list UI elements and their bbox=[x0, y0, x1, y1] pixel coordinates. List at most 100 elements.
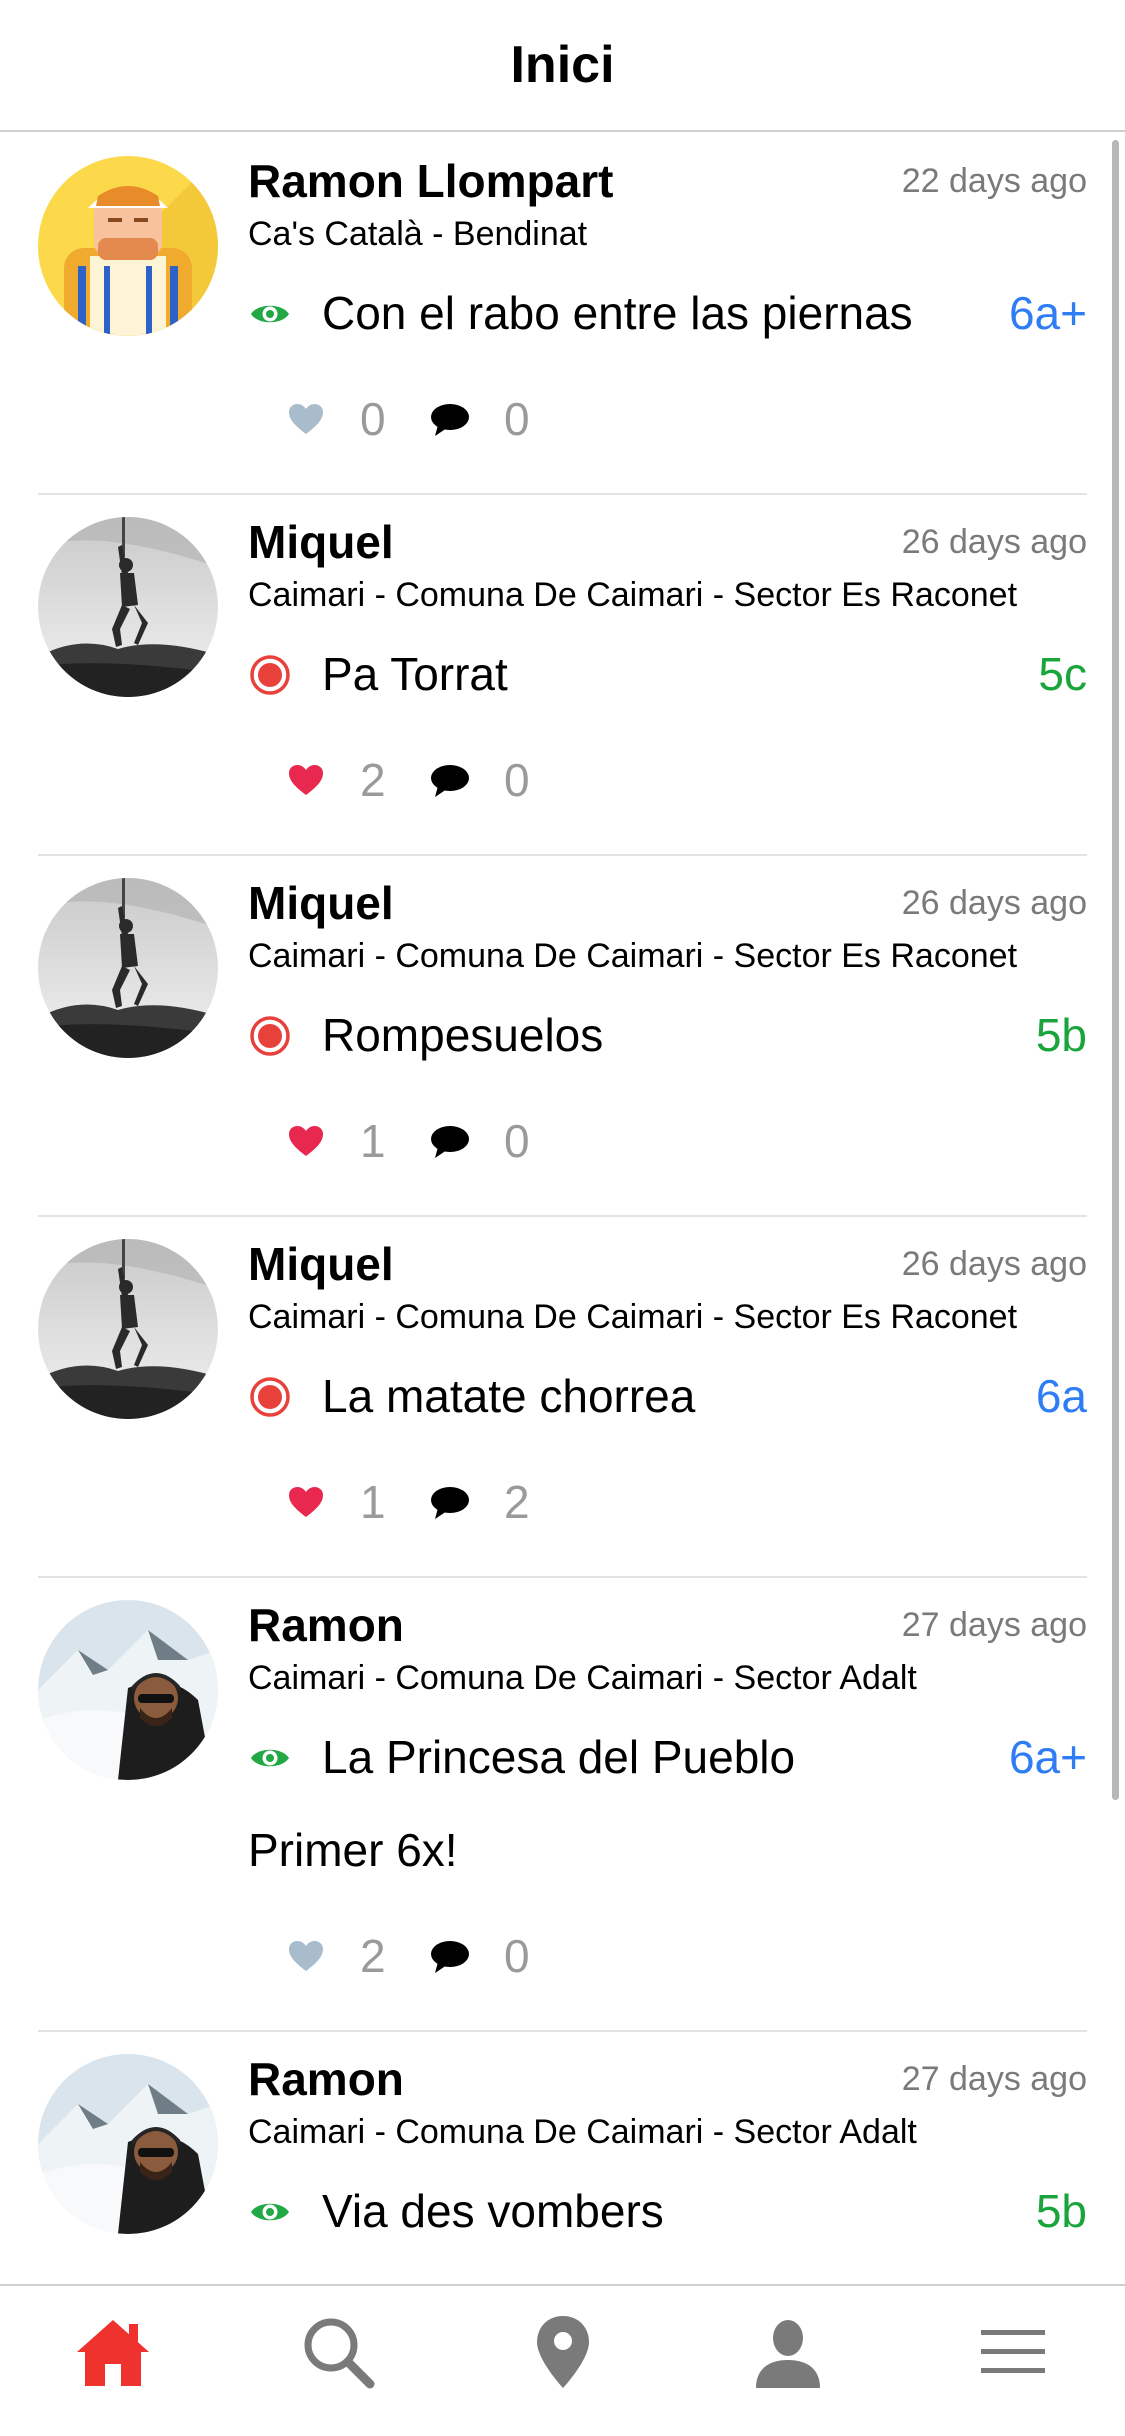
like-count: 2 bbox=[360, 1930, 386, 1982]
comment-bubble-icon[interactable] bbox=[430, 399, 470, 439]
crag-location[interactable]: Caimari - Comuna De Caimari - Sector Ada… bbox=[248, 1654, 1087, 1702]
route-name: La matate chorrea bbox=[322, 1370, 696, 1422]
avatar-illustrated-climber-avatar[interactable] bbox=[38, 156, 218, 336]
post-header: Ramon 27 days ago bbox=[248, 1600, 1087, 1650]
comment-count: 2 bbox=[504, 1476, 530, 1528]
nav-search-button[interactable] bbox=[278, 2304, 398, 2404]
avatar-snow-mountain-photo[interactable] bbox=[38, 2054, 218, 2234]
comment-count: 0 bbox=[504, 1115, 530, 1167]
feed-scrollbar[interactable] bbox=[1112, 140, 1119, 1800]
user-name[interactable]: Miquel bbox=[248, 1239, 394, 1289]
post-time: 26 days ago bbox=[901, 523, 1087, 561]
route-name: Pa Torrat bbox=[322, 648, 508, 700]
route-name: Rompesuelos bbox=[322, 1009, 604, 1061]
redpoint-icon bbox=[248, 1014, 292, 1058]
route-row[interactable]: Via des vombers 5b bbox=[248, 2184, 1087, 2239]
nav-menu-button[interactable] bbox=[953, 2304, 1073, 2404]
route-row[interactable]: La matate chorrea 6a bbox=[248, 1369, 1087, 1424]
home-icon bbox=[73, 2312, 153, 2397]
route-name: La Princesa del Pueblo bbox=[322, 1731, 796, 1783]
top-bar: Inici bbox=[0, 0, 1125, 132]
post-time: 26 days ago bbox=[901, 1245, 1087, 1283]
avatar-bw-climber-photo[interactable] bbox=[38, 1239, 218, 1419]
route-row[interactable]: La Princesa del Pueblo 6a+ bbox=[248, 1730, 1087, 1785]
map-pin-icon bbox=[523, 2312, 603, 2397]
post-content: Miquel 26 days ago Caimari - Comuna De C… bbox=[248, 856, 1087, 1171]
post-time: 27 days ago bbox=[901, 1606, 1087, 1644]
crag-location[interactable]: Caimari - Comuna De Caimari - Sector Es … bbox=[248, 571, 1087, 619]
route-grade: 6a+ bbox=[1008, 1731, 1087, 1783]
redpoint-icon bbox=[248, 1375, 292, 1419]
page-title: Inici bbox=[510, 36, 615, 94]
menu-icon bbox=[973, 2312, 1053, 2397]
post-stats: 2 0 bbox=[286, 1926, 1087, 1986]
eye-icon bbox=[248, 2190, 292, 2234]
crag-location[interactable]: Ca's Català - Bendinat bbox=[248, 210, 1087, 258]
avatar-bw-climber-photo[interactable] bbox=[38, 517, 218, 697]
route-row[interactable]: Rompesuelos 5b bbox=[248, 1008, 1087, 1063]
user-name[interactable]: Ramon bbox=[248, 2054, 404, 2104]
route-grade: 6a bbox=[1035, 1370, 1087, 1422]
nav-home-button[interactable] bbox=[53, 2304, 173, 2404]
post-stats: 1 2 bbox=[286, 1472, 1087, 1532]
comment-bubble-icon[interactable] bbox=[430, 1936, 470, 1976]
search-icon bbox=[298, 2312, 378, 2397]
comment-count: 0 bbox=[504, 1930, 530, 1982]
route-row[interactable]: Con el rabo entre las piernas 6a+ bbox=[248, 286, 1087, 341]
bottom-navigation bbox=[0, 2284, 1125, 2436]
post-header: Ramon 27 days ago bbox=[248, 2054, 1087, 2104]
nav-profile-button[interactable] bbox=[728, 2304, 848, 2404]
feed-post-5[interactable]: Ramon 27 days ago Caimari - Comuna De Ca… bbox=[38, 1578, 1087, 2032]
comment-count: 0 bbox=[504, 754, 530, 806]
feed-post-4[interactable]: Miquel 26 days ago Caimari - Comuna De C… bbox=[38, 1217, 1087, 1578]
feed-post-1[interactable]: Ramon Llompart 22 days ago Ca's Català -… bbox=[38, 134, 1087, 495]
post-stats: 1 0 bbox=[286, 1111, 1087, 1171]
feed-post-3[interactable]: Miquel 26 days ago Caimari - Comuna De C… bbox=[38, 856, 1087, 1217]
comment-count: 0 bbox=[504, 393, 530, 445]
post-content: Ramon 27 days ago Caimari - Comuna De Ca… bbox=[248, 1578, 1087, 1986]
activity-feed[interactable]: Ramon Llompart 22 days ago Ca's Català -… bbox=[0, 134, 1125, 2284]
comment-bubble-icon[interactable] bbox=[430, 1121, 470, 1161]
user-name[interactable]: Miquel bbox=[248, 878, 394, 928]
nav-map-pin-button[interactable] bbox=[503, 2304, 623, 2404]
post-stats: 2 0 bbox=[286, 750, 1087, 810]
route-grade: 5c bbox=[1038, 648, 1087, 700]
heart-icon[interactable] bbox=[286, 760, 326, 800]
heart-icon[interactable] bbox=[286, 1936, 326, 1976]
crag-location[interactable]: Caimari - Comuna De Caimari - Sector Ada… bbox=[248, 2108, 1087, 2156]
post-content: Ramon 27 days ago Caimari - Comuna De Ca… bbox=[248, 2032, 1087, 2284]
user-name[interactable]: Ramon Llompart bbox=[248, 156, 613, 206]
crag-location[interactable]: Caimari - Comuna De Caimari - Sector Es … bbox=[248, 1293, 1087, 1341]
user-name[interactable]: Miquel bbox=[248, 517, 394, 567]
heart-icon[interactable] bbox=[286, 399, 326, 439]
post-content: Miquel 26 days ago Caimari - Comuna De C… bbox=[248, 495, 1087, 810]
like-count: 0 bbox=[360, 393, 386, 445]
comment-bubble-icon[interactable] bbox=[430, 760, 470, 800]
heart-icon[interactable] bbox=[286, 1482, 326, 1522]
post-time: 22 days ago bbox=[901, 162, 1087, 200]
app-screen: Inici Ramon Llompart 22 days ago Ca's Ca… bbox=[0, 0, 1125, 2436]
like-count: 2 bbox=[360, 754, 386, 806]
feed-post-6[interactable]: Ramon 27 days ago Caimari - Comuna De Ca… bbox=[38, 2032, 1087, 2284]
profile-icon bbox=[748, 2312, 828, 2397]
user-name[interactable]: Ramon bbox=[248, 1600, 404, 1650]
crag-location[interactable]: Caimari - Comuna De Caimari - Sector Es … bbox=[248, 932, 1087, 980]
route-name: Con el rabo entre las piernas bbox=[322, 287, 913, 339]
post-time: 27 days ago bbox=[901, 2060, 1087, 2098]
feed-post-2[interactable]: Miquel 26 days ago Caimari - Comuna De C… bbox=[38, 495, 1087, 856]
route-grade: 5b bbox=[1035, 1009, 1087, 1061]
eye-icon bbox=[248, 1736, 292, 1780]
eye-icon bbox=[248, 292, 292, 336]
comment-bubble-icon[interactable] bbox=[430, 1482, 470, 1522]
post-comment: Primer 6x! bbox=[248, 1824, 458, 1876]
route-row[interactable]: Pa Torrat 5c bbox=[248, 647, 1087, 702]
post-header: Miquel 26 days ago bbox=[248, 1239, 1087, 1289]
like-count: 1 bbox=[360, 1476, 386, 1528]
route-grade: 5b bbox=[1035, 2185, 1087, 2237]
heart-icon[interactable] bbox=[286, 1121, 326, 1161]
post-header: Ramon Llompart 22 days ago bbox=[248, 156, 1087, 206]
route-grade: 6a+ bbox=[1008, 287, 1087, 339]
post-header: Miquel 26 days ago bbox=[248, 878, 1087, 928]
avatar-snow-mountain-photo[interactable] bbox=[38, 1600, 218, 1780]
avatar-bw-climber-photo[interactable] bbox=[38, 878, 218, 1058]
